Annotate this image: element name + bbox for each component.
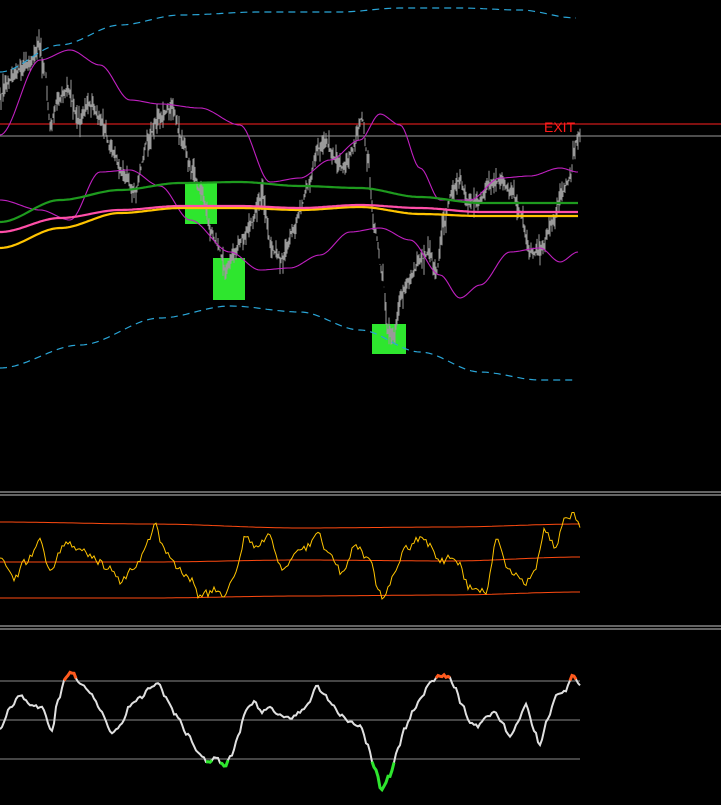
outer-band-upper: [0, 7, 577, 73]
signal-band-lower: [0, 591, 580, 599]
price-bars: [0, 29, 581, 345]
chart-root: EXIT: [0, 0, 721, 800]
oscillator-oversold-segment: [205, 759, 214, 764]
inner-band-upper: [0, 49, 579, 201]
signal-pane: [0, 512, 581, 600]
oscillator-overbought-segment: [434, 672, 451, 680]
exit-label: EXIT: [544, 119, 576, 135]
oscillator-path: [0, 671, 581, 792]
signal-line: [0, 512, 581, 600]
oscillator-levels: [0, 680, 580, 760]
main-price-pane: [0, 7, 721, 381]
outer-band-lower: [0, 305, 576, 381]
oscillator-line: [0, 670, 581, 793]
chart-svg: [0, 7, 721, 793]
oscillator-pane: [0, 670, 581, 793]
oscillator-overbought-segment: [568, 673, 578, 682]
oscillator-oversold-segment: [370, 761, 396, 793]
price-series: [0, 29, 581, 345]
oscillator-overbought-segment: [62, 670, 78, 682]
oscillator-oversold-segment: [219, 759, 230, 768]
signal-band-upper: [0, 521, 580, 529]
signal-line-path: [0, 512, 581, 600]
